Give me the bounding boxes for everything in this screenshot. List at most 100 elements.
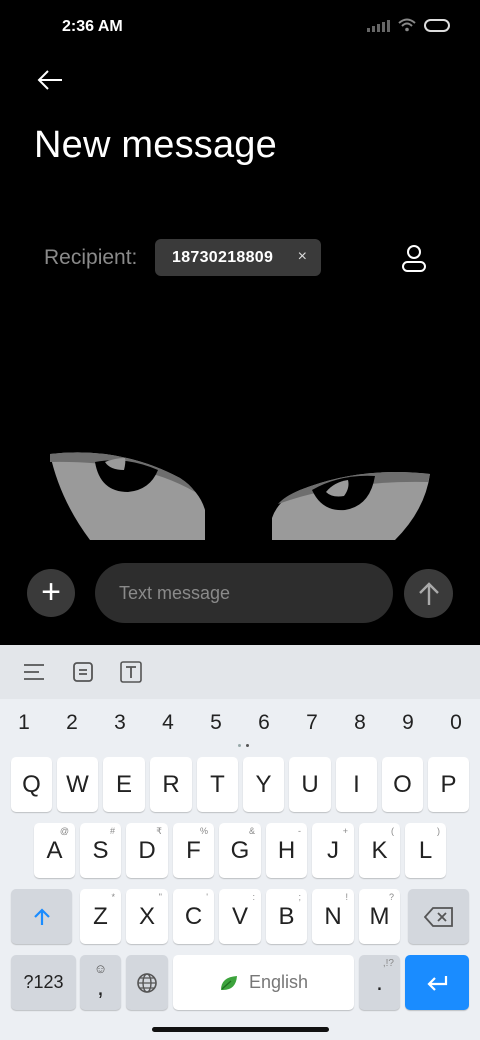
key-x[interactable]: X " bbox=[126, 889, 168, 944]
key-j[interactable]: J + bbox=[312, 823, 354, 878]
key-a-hint: @ bbox=[59, 826, 69, 836]
key-b-label: B bbox=[278, 902, 295, 930]
close-icon[interactable]: × bbox=[298, 248, 307, 266]
key-n-hint: ! bbox=[345, 892, 348, 902]
key-z-label: Z bbox=[93, 902, 108, 930]
key-t[interactable]: T bbox=[197, 757, 238, 812]
recipient-chip[interactable]: 18730218809 × bbox=[155, 239, 321, 276]
key-i[interactable]: I bbox=[336, 757, 377, 812]
key-c-hint: ' bbox=[206, 892, 208, 902]
comma-key[interactable]: ☺ , bbox=[80, 955, 121, 1010]
emoji-icon: ☺ bbox=[93, 961, 108, 976]
attach-button[interactable]: + bbox=[27, 569, 75, 617]
key-m-hint: ? bbox=[388, 892, 394, 902]
send-button[interactable] bbox=[404, 569, 453, 618]
key-j-hint: + bbox=[342, 826, 348, 836]
key-2[interactable]: 2 bbox=[48, 711, 96, 735]
home-indicator[interactable] bbox=[152, 1027, 329, 1032]
symbols-key[interactable]: ?123 bbox=[11, 955, 76, 1010]
key-z-hint: * bbox=[111, 892, 115, 902]
space-bar-label: English bbox=[248, 972, 309, 992]
back-button[interactable] bbox=[30, 62, 70, 98]
key-0[interactable]: 0 bbox=[432, 711, 480, 735]
key-l[interactable]: L) bbox=[405, 823, 446, 878]
period-hint: ,!? bbox=[382, 958, 394, 969]
key-y[interactable]: Y bbox=[243, 757, 284, 812]
wifi-icon bbox=[398, 18, 416, 32]
number-row: 1 2 3 4 5 6 7 8 9 0 bbox=[0, 711, 480, 735]
key-n[interactable]: N! bbox=[312, 889, 354, 944]
key-x-label: X bbox=[138, 902, 155, 930]
comma-label: , bbox=[97, 973, 104, 1001]
key-f-label: F bbox=[186, 836, 201, 864]
message-input[interactable] bbox=[119, 582, 379, 604]
key-v-label: V bbox=[231, 902, 248, 930]
enter-key[interactable] bbox=[405, 955, 469, 1010]
eyes-illustration bbox=[50, 452, 430, 540]
key-k-hint: ( bbox=[391, 826, 394, 836]
key-d-label: D bbox=[138, 836, 156, 864]
key-f-hint: % bbox=[199, 826, 208, 836]
key-q[interactable]: Q bbox=[11, 757, 52, 812]
globe-icon bbox=[137, 972, 157, 993]
key-p[interactable]: P bbox=[428, 757, 469, 812]
page-title: New message bbox=[34, 124, 277, 166]
menu-lines-icon[interactable] bbox=[21, 659, 47, 685]
contact-picker-button[interactable] bbox=[396, 240, 432, 276]
key-c[interactable]: C ' bbox=[173, 889, 214, 944]
key-6[interactable]: 6 bbox=[240, 711, 288, 735]
key-4[interactable]: 4 bbox=[144, 711, 192, 735]
status-icons bbox=[367, 18, 450, 32]
key-3[interactable]: 3 bbox=[96, 711, 144, 735]
key-j-label: J bbox=[327, 836, 339, 864]
key-d[interactable]: D ₹ bbox=[126, 823, 168, 878]
key-a-label: A bbox=[46, 836, 63, 864]
key-e[interactable]: E bbox=[103, 757, 145, 812]
key-r[interactable]: R bbox=[150, 757, 192, 812]
key-b[interactable]: B; bbox=[266, 889, 307, 944]
key-k-label: K bbox=[371, 836, 388, 864]
leaf-icon bbox=[220, 975, 237, 990]
shift-key[interactable] bbox=[11, 889, 72, 944]
key-g[interactable]: G & bbox=[219, 823, 261, 878]
status-bar: 2:36 AM bbox=[0, 0, 480, 56]
back-arrow-icon bbox=[37, 70, 62, 90]
key-o[interactable]: O bbox=[382, 757, 423, 812]
key-v-hint: : bbox=[252, 892, 255, 902]
key-h[interactable]: H- bbox=[266, 823, 307, 878]
key-s[interactable]: S # bbox=[80, 823, 121, 878]
key-9[interactable]: 9 bbox=[384, 711, 432, 735]
backspace-icon bbox=[423, 906, 453, 927]
keyboard-toolbar bbox=[0, 645, 480, 699]
recipient-chip-number: 18730218809 bbox=[172, 248, 274, 266]
plus-icon: + bbox=[41, 572, 61, 611]
key-8[interactable]: 8 bbox=[336, 711, 384, 735]
person-icon bbox=[402, 245, 426, 272]
key-l-hint: ) bbox=[437, 826, 440, 836]
key-l-label: L bbox=[418, 836, 433, 864]
backspace-key[interactable] bbox=[408, 889, 469, 944]
key-k[interactable]: K( bbox=[359, 823, 400, 878]
key-7[interactable]: 7 bbox=[288, 711, 336, 735]
key-m[interactable]: M? bbox=[359, 889, 400, 944]
key-z[interactable]: Z * bbox=[80, 889, 121, 944]
status-time: 2:36 AM bbox=[62, 18, 123, 35]
key-f[interactable]: F% bbox=[173, 823, 214, 878]
key-x-hint: " bbox=[158, 892, 162, 902]
battery-icon bbox=[424, 18, 450, 32]
period-key[interactable]: ,!? . bbox=[359, 955, 400, 1010]
key-u[interactable]: U bbox=[289, 757, 331, 812]
language-key[interactable] bbox=[126, 955, 168, 1010]
key-a[interactable]: A @ bbox=[34, 823, 75, 878]
key-w[interactable]: W bbox=[57, 757, 98, 812]
key-s-hint: # bbox=[109, 826, 115, 836]
space-bar[interactable]: English bbox=[173, 955, 354, 1010]
keyboard: 1 2 3 4 5 6 7 8 9 0 Q W E R T Y U I O P … bbox=[0, 645, 480, 1040]
key-1[interactable]: 1 bbox=[0, 711, 48, 735]
message-field[interactable] bbox=[95, 563, 393, 623]
text-format-icon[interactable] bbox=[118, 659, 144, 685]
key-h-hint: - bbox=[298, 826, 301, 836]
key-v[interactable]: V: bbox=[219, 889, 261, 944]
clipboard-icon[interactable] bbox=[70, 659, 96, 685]
key-5[interactable]: 5 bbox=[192, 711, 240, 735]
